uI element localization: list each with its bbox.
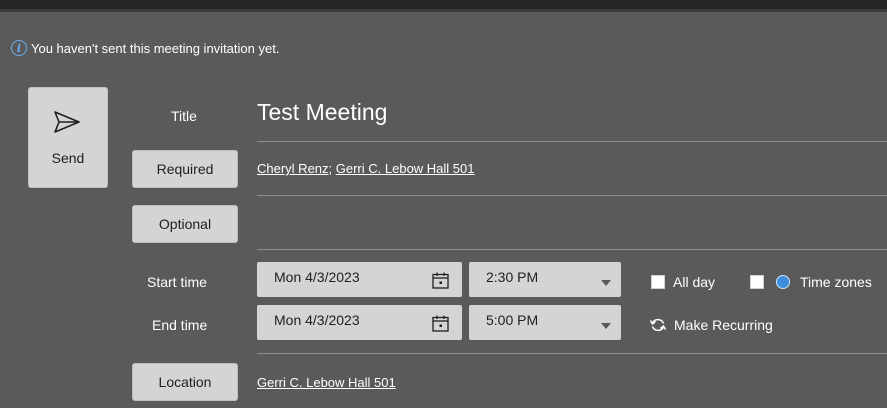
make-recurring-button[interactable]: Make Recurring [674, 317, 773, 333]
info-message: You haven't sent this meeting invitation… [31, 40, 280, 56]
required-button[interactable]: Required [132, 150, 238, 188]
recurrence-icon[interactable] [650, 317, 666, 333]
location-input[interactable]: Gerri C. Lebow Hall 501 [257, 375, 396, 390]
required-attendees-field[interactable]: Cheryl Renz; Gerri C. Lebow Hall 501 [257, 161, 475, 176]
location-label: Location [158, 374, 212, 390]
all-day-label: All day [673, 274, 716, 290]
calendar-icon[interactable] [432, 315, 449, 332]
end-time-label: End time [152, 317, 208, 333]
start-time-value: 2:30 PM [486, 269, 539, 285]
time-section-underline [257, 353, 887, 354]
title-label: Title [171, 108, 197, 124]
title-input[interactable]: Test Meeting [257, 99, 387, 126]
optional-button[interactable]: Optional [132, 205, 238, 243]
info-icon: i [11, 40, 27, 56]
attendee-name[interactable]: Gerri C. Lebow Hall 501 [336, 161, 475, 176]
optional-underline [257, 249, 887, 250]
window-top-bar [0, 0, 887, 9]
send-label: Send [51, 150, 85, 166]
attendee-separator: ; [328, 161, 336, 176]
calendar-icon[interactable] [432, 272, 449, 289]
time-zones-checkbox[interactable] [750, 275, 764, 289]
all-day-checkbox[interactable] [651, 275, 665, 289]
time-zones-label: Time zones [800, 274, 872, 290]
start-time-label: Start time [147, 274, 207, 290]
required-label: Required [156, 161, 214, 177]
end-time-value: 5:00 PM [486, 312, 539, 328]
required-underline [257, 195, 887, 196]
title-underline [257, 141, 887, 142]
location-button[interactable]: Location [132, 363, 238, 401]
end-time-select[interactable]: 5:00 PM [469, 305, 621, 340]
chevron-down-icon[interactable] [601, 323, 611, 329]
send-button[interactable]: Send [28, 87, 108, 188]
end-date-value: Mon 4/3/2023 [274, 312, 360, 328]
start-date-value: Mon 4/3/2023 [274, 269, 360, 285]
chevron-down-icon[interactable] [601, 280, 611, 286]
start-time-select[interactable]: 2:30 PM [469, 262, 621, 297]
info-bar: i You haven't sent this meeting invitati… [11, 38, 279, 58]
globe-icon [776, 275, 790, 289]
window-top-border [0, 9, 887, 12]
optional-label: Optional [158, 216, 212, 232]
start-date-picker[interactable]: Mon 4/3/2023 [257, 262, 462, 297]
end-date-picker[interactable]: Mon 4/3/2023 [257, 305, 462, 340]
send-icon [54, 111, 80, 133]
attendee-name[interactable]: Cheryl Renz [257, 161, 329, 176]
